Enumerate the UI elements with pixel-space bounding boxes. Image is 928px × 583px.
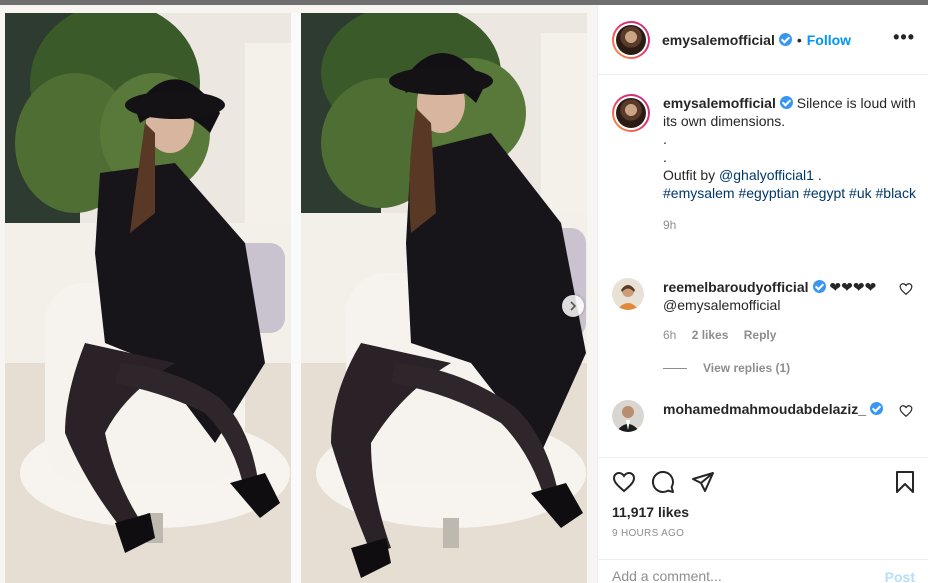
- verified-badge-icon: [778, 33, 792, 46]
- view-replies-button[interactable]: View replies (1): [663, 361, 790, 375]
- comment-likes[interactable]: 2 likes: [692, 328, 729, 342]
- comment-mention[interactable]: @emysalemofficial: [663, 297, 780, 313]
- add-comment-bar: Post: [598, 559, 928, 583]
- comment-username[interactable]: mohamedmahmoudabdelaziz_: [663, 401, 866, 417]
- heart-icon[interactable]: [612, 470, 636, 494]
- comment-avatar[interactable]: [612, 400, 644, 432]
- hashtag[interactable]: #egypt: [803, 185, 845, 201]
- follow-button[interactable]: Follow: [807, 32, 851, 48]
- reply-button[interactable]: Reply: [744, 328, 777, 342]
- hashtag[interactable]: #uk: [849, 185, 872, 201]
- bookmark-icon[interactable]: [893, 470, 917, 494]
- comment-username[interactable]: reemelbaroudyofficial: [663, 279, 809, 295]
- comment-text: ❤❤❤❤: [829, 279, 877, 295]
- add-comment-input[interactable]: [612, 568, 862, 583]
- post-caption: emysalemofficial Silence is loud with it…: [612, 94, 917, 234]
- post-actions: 11,917 likes 9 HOURS AGO Post: [598, 457, 928, 583]
- header-dot: •: [796, 31, 802, 48]
- caption-dot-2: .: [663, 149, 667, 165]
- post-comment-button[interactable]: Post: [885, 569, 915, 583]
- caption-dot-1: .: [663, 131, 667, 147]
- comment-time[interactable]: 6h: [663, 328, 676, 342]
- verified-badge-icon: [779, 96, 793, 109]
- post-time[interactable]: 9 HOURS AGO: [612, 528, 684, 539]
- comment-icon[interactable]: [651, 470, 675, 494]
- comment-heart-icon[interactable]: [899, 404, 913, 418]
- hashtag[interactable]: #egyptian: [738, 185, 799, 201]
- chevron-right-icon: [570, 301, 577, 311]
- comment-avatar[interactable]: [612, 278, 644, 310]
- carousel-next-button[interactable]: [562, 295, 584, 317]
- comment-item: reemelbaroudyofficial ❤❤❤❤ @emysalemoffi…: [612, 278, 917, 344]
- comment-heart-icon[interactable]: [899, 282, 913, 296]
- more-options-icon[interactable]: •••: [893, 27, 915, 48]
- replies-line: [663, 367, 687, 369]
- caption-avatar[interactable]: [612, 94, 650, 132]
- post-side-panel: emysalemofficial • Follow ••• emysalemof…: [597, 5, 928, 583]
- comment-meta: 6h 2 likes Reply: [663, 326, 891, 344]
- likes-count[interactable]: 11,917 likes: [612, 504, 689, 520]
- action-row: [612, 468, 917, 498]
- caption-outfit: Outfit by @ghalyofficial1 .: [663, 167, 822, 183]
- post-photo-2: [301, 13, 587, 583]
- caption-mention[interactable]: @ghalyofficial1: [719, 167, 814, 183]
- post-username[interactable]: emysalemofficial: [662, 32, 775, 48]
- caption-hashtags: #emysalem #egyptian #egypt #uk #black: [663, 184, 917, 202]
- hashtag[interactable]: #emysalem: [663, 185, 735, 201]
- caption-username[interactable]: emysalemofficial: [663, 95, 776, 111]
- caption-line-1: emysalemofficial Silence is loud with it…: [663, 94, 917, 130]
- post-photo-1: [5, 13, 291, 583]
- paper-plane-icon[interactable]: [691, 470, 715, 494]
- comment-item: mohamedmahmoudabdelaziz_: [612, 400, 917, 432]
- post-media: [0, 5, 597, 583]
- caption-time[interactable]: 9h: [663, 216, 917, 234]
- photo-gap: [291, 13, 301, 583]
- post-header: emysalemofficial • Follow •••: [598, 5, 928, 75]
- verified-badge-icon: [870, 402, 884, 415]
- verified-badge-icon: [812, 280, 826, 293]
- hashtag[interactable]: #black: [876, 185, 916, 201]
- avatar[interactable]: [612, 20, 650, 59]
- comments-list: emysalemofficial Silence is loud with it…: [598, 76, 928, 456]
